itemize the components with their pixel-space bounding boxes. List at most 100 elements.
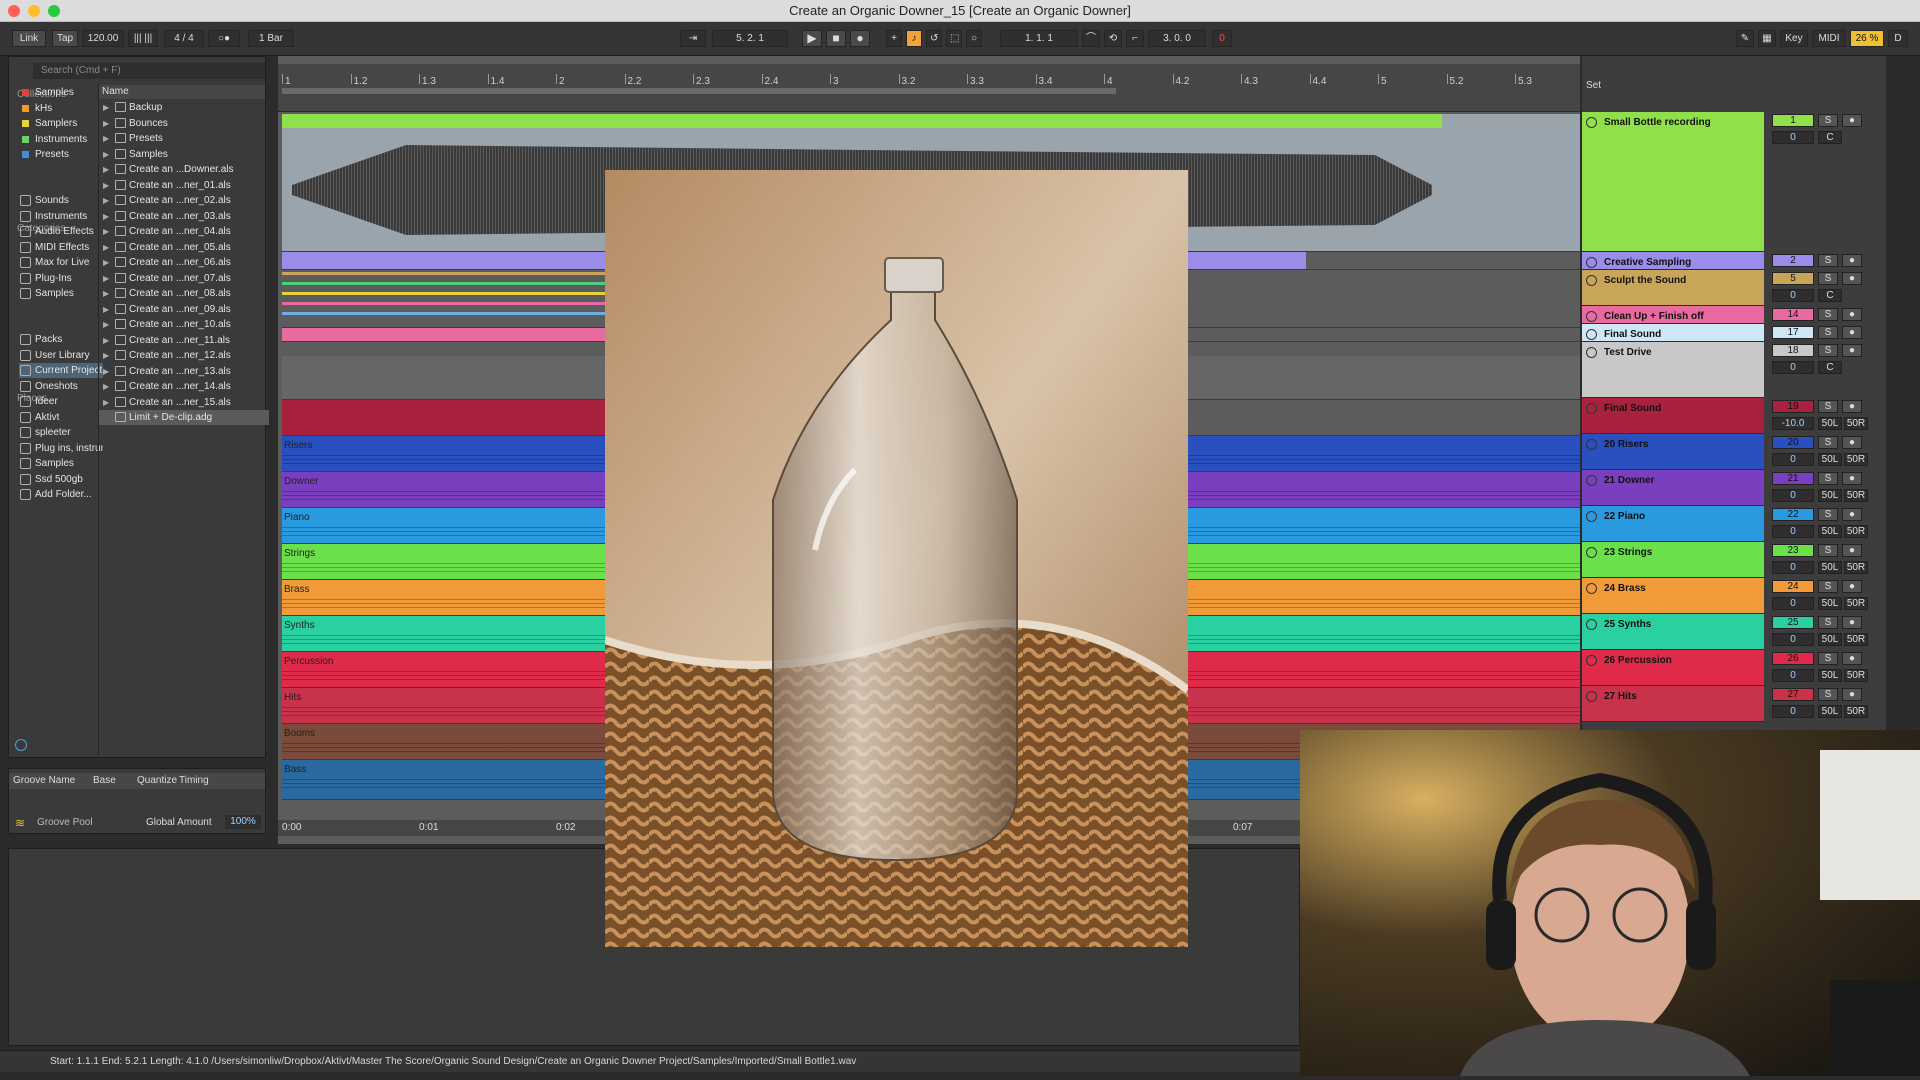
browser-file-item[interactable]: ▶ Create an ...ner_07.als	[99, 271, 269, 286]
place-item[interactable]: User Library	[19, 348, 103, 363]
record-arm-button[interactable]: ●	[1842, 472, 1862, 485]
solo-button[interactable]: S	[1818, 616, 1838, 629]
solo-button[interactable]: S	[1818, 272, 1838, 285]
track-activator[interactable]: 23	[1772, 544, 1814, 557]
clip-strip[interactable]	[282, 302, 612, 305]
solo-button[interactable]: S	[1818, 580, 1838, 593]
record-arm-button[interactable]: ●	[1842, 580, 1862, 593]
expand-arrow-icon[interactable]: ▶	[103, 255, 109, 270]
track-pan-field[interactable]: 50L	[1818, 417, 1842, 430]
track-right-pan-field[interactable]: 50R	[1844, 453, 1868, 466]
solo-button[interactable]: S	[1818, 114, 1838, 127]
browser-file-item[interactable]: ▶ Create an ...ner_08.als	[99, 286, 269, 301]
link-button[interactable]: Link	[12, 30, 46, 47]
solo-button[interactable]: S	[1818, 544, 1838, 557]
browser-file-item[interactable]: ▶ Create an ...ner_05.als	[99, 240, 269, 255]
expand-arrow-icon[interactable]: ▶	[103, 348, 109, 363]
track-header[interactable]: 24 Brass	[1582, 578, 1764, 614]
track-activator[interactable]: 22	[1772, 508, 1814, 521]
track-name[interactable]: 20 Risers	[1604, 439, 1648, 450]
place-item[interactable]: spleeter	[19, 425, 103, 440]
track-fold-icon[interactable]	[1586, 257, 1597, 268]
category-item[interactable]: Plug-Ins	[19, 271, 103, 286]
track-name[interactable]: 22 Piano	[1604, 511, 1645, 522]
quantize-menu[interactable]: 1 Bar	[248, 30, 294, 47]
record-arm-button[interactable]: ●	[1842, 652, 1862, 665]
play-button[interactable]: ▶	[802, 30, 822, 47]
track-header[interactable]: Clean Up + Finish off	[1582, 306, 1764, 324]
browser-file-item[interactable]: ▶ Backup	[99, 100, 269, 115]
browser-file-item[interactable]: ▶ Create an ...ner_10.als	[99, 317, 269, 332]
arrangement-clip[interactable]	[282, 400, 612, 435]
track-fold-icon[interactable]	[1586, 275, 1597, 286]
track-volume-field[interactable]: 0	[1772, 705, 1814, 718]
track-activator[interactable]: 1	[1772, 114, 1814, 127]
solo-button[interactable]: S	[1818, 652, 1838, 665]
track-header[interactable]: Sculpt the Sound	[1582, 270, 1764, 306]
track-name[interactable]: Creative Sampling	[1604, 257, 1691, 268]
loop-length-field[interactable]: 3. 0. 0	[1148, 30, 1206, 47]
track-activator[interactable]: 24	[1772, 580, 1814, 593]
track-activator[interactable]: 20	[1772, 436, 1814, 449]
solo-button[interactable]: S	[1818, 472, 1838, 485]
clip-strip[interactable]	[282, 272, 612, 275]
track-pan-field[interactable]: 50L	[1818, 489, 1842, 502]
close-window-button[interactable]	[8, 5, 20, 17]
clip-header[interactable]	[282, 114, 1442, 128]
browser-file-item[interactable]: ▶ Create an ...ner_09.als	[99, 302, 269, 317]
browser-file-item[interactable]: ▶ Bounces	[99, 116, 269, 131]
expand-arrow-icon[interactable]: ▶	[103, 100, 109, 115]
track-pan-field[interactable]: 50L	[1818, 453, 1842, 466]
name-column-header[interactable]: Name	[99, 85, 265, 99]
track-header[interactable]: Creative Sampling	[1582, 252, 1764, 270]
browser-file-item[interactable]: ▶ Create an ...ner_04.als	[99, 224, 269, 239]
collection-item[interactable]: Samplers	[19, 116, 103, 131]
track-fold-icon[interactable]	[1586, 403, 1597, 414]
solo-button[interactable]: S	[1818, 436, 1838, 449]
place-item[interactable]: Packs	[19, 332, 103, 347]
track-right-pan-field[interactable]: 50R	[1844, 525, 1868, 538]
tempo-field[interactable]: 120.00	[82, 30, 124, 47]
track-name[interactable]: Test Drive	[1604, 347, 1652, 358]
collection-item[interactable]: Instruments	[19, 132, 103, 147]
punch-out-button[interactable]: ⌐	[1126, 30, 1144, 47]
draw-mode-icon[interactable]: ✎	[1736, 30, 1754, 47]
track-fold-icon[interactable]	[1586, 511, 1597, 522]
track-fold-icon[interactable]	[1586, 439, 1597, 450]
track-fold-icon[interactable]	[1586, 329, 1597, 340]
track-volume-field[interactable]: 0	[1772, 597, 1814, 610]
track-name[interactable]: 24 Brass	[1604, 583, 1646, 594]
category-item[interactable]: MIDI Effects	[19, 240, 103, 255]
record-arm-button[interactable]: ●	[1842, 114, 1862, 127]
track-activator[interactable]: 27	[1772, 688, 1814, 701]
reenable-automation-button[interactable]: ↺	[926, 30, 942, 47]
browser-file-item[interactable]: Limit + De-clip.adg	[99, 410, 269, 425]
preview-icon[interactable]	[15, 739, 27, 751]
solo-button[interactable]: S	[1818, 326, 1838, 339]
track-fold-icon[interactable]	[1586, 311, 1597, 322]
record-arm-button[interactable]: ●	[1842, 508, 1862, 521]
track-fold-icon[interactable]	[1586, 117, 1597, 128]
loop-switch-button[interactable]: ⟲	[1104, 30, 1122, 47]
category-item[interactable]: Samples	[19, 286, 103, 301]
groove-column-header[interactable]: Timing	[179, 775, 209, 786]
track-name[interactable]: Final Sound	[1604, 403, 1661, 414]
browser-file-item[interactable]: ▶ Create an ...ner_01.als	[99, 178, 269, 193]
automation-arm-button[interactable]: ♪	[906, 30, 922, 47]
overdub-button[interactable]: +	[886, 30, 902, 47]
track-right-pan-field[interactable]: 50R	[1844, 669, 1868, 682]
clip-strip[interactable]	[282, 282, 612, 285]
solo-button[interactable]: S	[1818, 508, 1838, 521]
record-button[interactable]: ●	[850, 30, 870, 47]
record-arm-button[interactable]: ●	[1842, 326, 1862, 339]
expand-arrow-icon[interactable]: ▶	[103, 333, 109, 348]
browser-file-item[interactable]: ▶ Create an ...ner_13.als	[99, 364, 269, 379]
place-item[interactable]: Ssd 500gb	[19, 472, 103, 487]
track-header[interactable]: 22 Piano	[1582, 506, 1764, 542]
stop-button[interactable]: ■	[826, 30, 846, 47]
place-item[interactable]: Plug ins, instruments	[19, 441, 103, 456]
track-fold-icon[interactable]	[1586, 547, 1597, 558]
follow-button[interactable]: ⇥	[680, 30, 706, 47]
expand-arrow-icon[interactable]: ▶	[103, 286, 109, 301]
browser-file-item[interactable]: ▶ Create an ...ner_03.als	[99, 209, 269, 224]
